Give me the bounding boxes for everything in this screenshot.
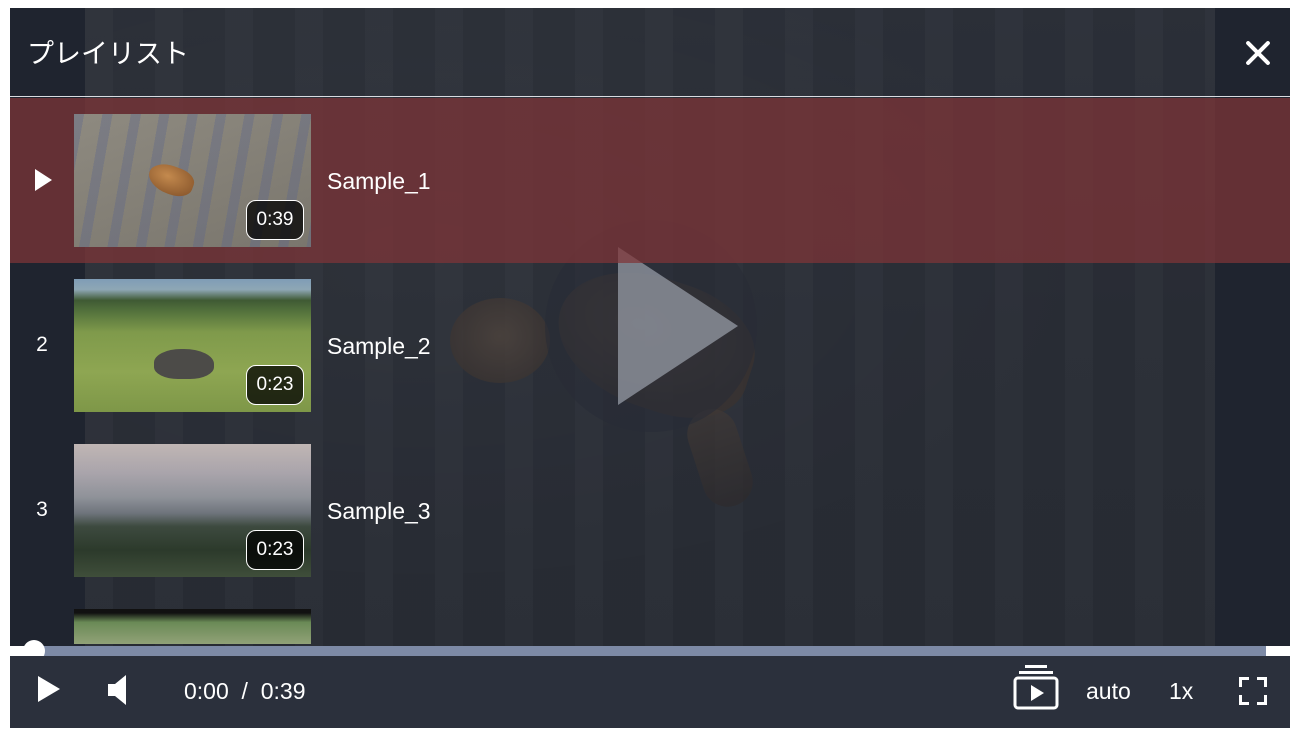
- close-icon[interactable]: [1238, 33, 1278, 73]
- play-icon[interactable]: [38, 676, 60, 702]
- fullscreen-icon[interactable]: [1239, 677, 1267, 705]
- playlist-thumbnail: 0:23: [74, 279, 311, 412]
- playlist-item-title: Sample_3: [327, 498, 431, 524]
- speaker-icon[interactable]: [108, 674, 128, 706]
- playlist-item[interactable]: [10, 593, 1290, 644]
- thumbnail-rhino-image: [154, 349, 214, 379]
- playlist-item-index: 3: [36, 498, 48, 521]
- now-playing-play-icon: [35, 169, 52, 191]
- quality-selector[interactable]: auto: [1086, 678, 1131, 705]
- playlist-thumbnail: [74, 609, 311, 644]
- playlist-item-title: Sample_1: [327, 168, 431, 194]
- thumbnail-cat-image: [144, 158, 198, 202]
- progress-buffer-end: [1266, 646, 1290, 656]
- progress-bar[interactable]: [10, 640, 1290, 662]
- time-separator: /: [241, 678, 248, 704]
- duration-badge: 0:23: [246, 365, 304, 405]
- video-player: プレイリスト 0:39 Sample_1 2 0:23 Sample_2 3 0…: [10, 8, 1290, 728]
- playlist-title: プレイリスト: [27, 39, 189, 70]
- playlist-header: プレイリスト: [10, 8, 1290, 97]
- total-time: 0:39: [260, 678, 306, 704]
- playlist-item-index: 2: [36, 333, 48, 356]
- current-time: 0:00: [184, 678, 229, 704]
- playlist-item-title: Sample_2: [327, 333, 431, 359]
- duration-badge: 0:23: [246, 530, 304, 570]
- playlist-item[interactable]: 3 0:23 Sample_3: [10, 428, 1290, 593]
- speed-selector[interactable]: 1x: [1169, 678, 1193, 705]
- control-bar: 0:00 / 0:39 auto 1x: [10, 656, 1290, 728]
- playlist-item[interactable]: 2 0:23 Sample_2: [10, 263, 1290, 428]
- time-display: 0:00 / 0:39: [184, 678, 305, 705]
- playlist-thumbnail: 0:39: [74, 114, 311, 247]
- playlist-thumbnail: 0:23: [74, 444, 311, 577]
- duration-badge: 0:39: [246, 200, 304, 240]
- playlist-icon[interactable]: [1013, 664, 1059, 710]
- playlist-list: 0:39 Sample_1 2 0:23 Sample_2 3 0:23 Sam…: [10, 98, 1290, 644]
- playlist-item[interactable]: 0:39 Sample_1: [10, 98, 1290, 263]
